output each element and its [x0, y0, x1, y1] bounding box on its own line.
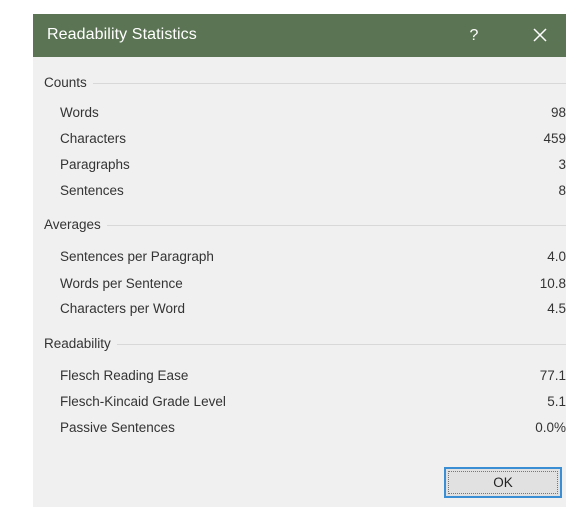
close-icon	[533, 28, 547, 42]
averages-heading: Averages	[44, 215, 107, 235]
stat-value: 459	[543, 131, 566, 146]
stat-row-characters-per-word: Characters per Word 4.5	[33, 298, 566, 320]
stat-label: Flesch Reading Ease	[60, 368, 189, 383]
readability-heading: Readability	[44, 334, 117, 354]
stat-label: Flesch-Kincaid Grade Level	[60, 394, 226, 409]
stat-row-flesch-kincaid-grade-level: Flesch-Kincaid Grade Level 5.1	[33, 391, 566, 413]
stat-row-sentences: Sentences 8	[33, 180, 566, 202]
dialog-title-bar[interactable]: Readability Statistics ?	[33, 14, 566, 57]
stat-row-flesch-reading-ease: Flesch Reading Ease 77.1	[33, 365, 566, 387]
stat-label: Sentences	[60, 183, 124, 198]
ok-button[interactable]: OK	[444, 467, 562, 498]
stat-value: 4.0	[547, 249, 566, 264]
stat-label: Sentences per Paragraph	[60, 249, 214, 264]
counts-section-header: Counts	[33, 73, 566, 93]
stat-row-passive-sentences: Passive Sentences 0.0%	[33, 417, 566, 439]
stat-value: 77.1	[539, 368, 566, 383]
stat-label: Characters per Word	[60, 301, 186, 316]
section-divider	[44, 83, 566, 84]
stat-row-characters: Characters 459	[33, 128, 566, 150]
dialog-title: Readability Statistics	[47, 26, 197, 43]
stat-label: Paragraphs	[60, 157, 130, 172]
section-divider	[44, 225, 566, 226]
stat-row-words: Words 98	[33, 102, 566, 124]
stat-value: 3	[558, 157, 566, 172]
stat-label: Passive Sentences	[60, 420, 175, 435]
help-button[interactable]: ?	[459, 14, 489, 57]
stat-value: 5.1	[547, 394, 566, 409]
stat-value: 4.5	[547, 301, 566, 316]
stat-value: 98	[550, 105, 566, 120]
close-button[interactable]	[523, 14, 557, 57]
stat-label: Words	[60, 105, 99, 120]
readability-statistics-dialog: Readability Statistics ? Counts Words 98…	[33, 14, 566, 507]
stat-value: 0.0%	[535, 420, 566, 435]
stat-value: 10.8	[539, 276, 566, 291]
stat-label: Words per Sentence	[60, 276, 183, 291]
stat-row-paragraphs: Paragraphs 3	[33, 154, 566, 176]
stat-row-sentences-per-paragraph: Sentences per Paragraph 4.0	[33, 246, 566, 268]
section-divider	[44, 344, 566, 345]
stat-label: Characters	[60, 131, 127, 146]
counts-heading: Counts	[44, 73, 93, 93]
averages-section-header: Averages	[33, 215, 566, 235]
stat-row-words-per-sentence: Words per Sentence 10.8	[33, 273, 566, 295]
stat-value: 8	[558, 183, 566, 198]
focus-outline	[448, 471, 558, 494]
readability-section-header: Readability	[33, 334, 566, 354]
